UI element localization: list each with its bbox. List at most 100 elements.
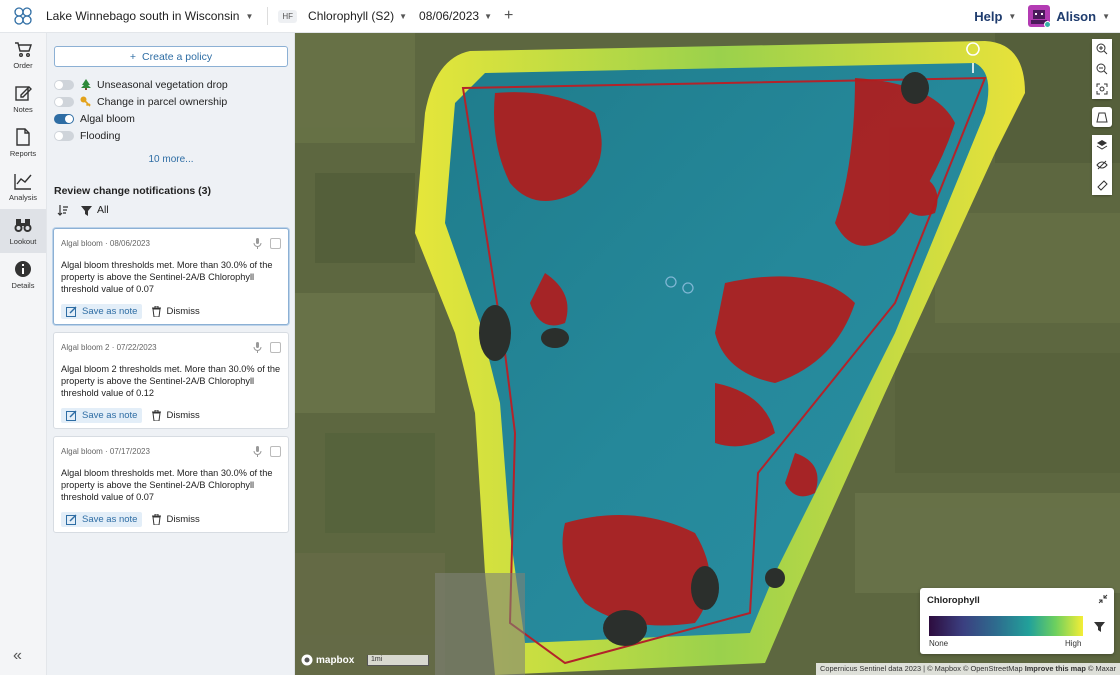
- ruler-icon: [1097, 180, 1108, 191]
- card-checkbox[interactable]: [270, 445, 281, 457]
- chevron-down-icon: ▼: [1008, 11, 1017, 21]
- chevron-down-icon: ▼: [399, 11, 408, 21]
- fit-extent-icon: [1096, 83, 1108, 95]
- save-note-label: Save as note: [82, 410, 138, 422]
- rail-item-details[interactable]: Details: [0, 253, 46, 297]
- document-icon: [16, 128, 30, 146]
- draw-shape-button[interactable]: [1092, 107, 1112, 127]
- zoom-out-button[interactable]: [1092, 59, 1112, 79]
- chevron-down-icon: ▼: [245, 11, 254, 21]
- map-controls: [1092, 39, 1112, 201]
- rail-item-reports[interactable]: Reports: [0, 121, 46, 165]
- layers-button[interactable]: [1092, 135, 1112, 155]
- zoom-out-icon: [1096, 63, 1108, 75]
- mapbox-logo[interactable]: mapbox: [301, 654, 354, 666]
- rail-item-analysis[interactable]: Analysis: [0, 165, 46, 209]
- policy-label: Flooding: [80, 129, 121, 142]
- save-as-note-button[interactable]: Save as note: [61, 512, 143, 528]
- dismiss-label: Dismiss: [166, 306, 200, 318]
- rail-label: Details: [11, 281, 35, 290]
- dismiss-button[interactable]: Dismiss: [152, 514, 200, 526]
- card-message: Algal bloom thresholds met. More than 30…: [61, 260, 273, 295]
- location-name: Lake Winnebago south in Wisconsin: [46, 9, 240, 23]
- microphone-icon[interactable]: [253, 445, 262, 457]
- scale-bar: 1mi: [367, 655, 429, 666]
- plus-icon: +: [129, 50, 137, 63]
- filter-icon[interactable]: [1094, 621, 1105, 632]
- filter-button[interactable]: All: [81, 204, 109, 216]
- dismiss-label: Dismiss: [166, 410, 200, 422]
- policy-toggle[interactable]: [54, 113, 74, 124]
- cart-icon: [15, 42, 32, 57]
- date-selector[interactable]: 08/06/2023 ▼: [419, 9, 492, 23]
- policy-toggle[interactable]: [54, 96, 74, 107]
- help-menu[interactable]: Help ▼: [962, 9, 1028, 24]
- rail-label: Lookout: [9, 237, 37, 246]
- create-policy-button[interactable]: + Create a policy: [54, 46, 288, 67]
- collapse-panel-icon[interactable]: «: [13, 647, 22, 665]
- rail-item-notes[interactable]: Notes: [0, 77, 46, 121]
- filter-label: All: [97, 204, 109, 216]
- user-menu[interactable]: Alison ▼: [1028, 5, 1120, 28]
- divider: [267, 7, 269, 25]
- more-policies-link[interactable]: 10 more...: [47, 154, 295, 165]
- card-message: Algal bloom 2 thresholds met. More than …: [61, 364, 281, 399]
- notification-card[interactable]: Algal bloom · 07/17/2023 Algal bloom thr…: [53, 436, 289, 533]
- date-value: 08/06/2023: [419, 9, 480, 23]
- rail-item-order[interactable]: Order: [0, 33, 46, 77]
- layer-badge: HF: [278, 9, 298, 23]
- chevron-down-icon: ▼: [484, 11, 492, 21]
- satellite-map-image: [295, 33, 1120, 675]
- dismiss-label: Dismiss: [166, 514, 200, 526]
- notification-filters: All: [57, 204, 109, 216]
- policy-toggle[interactable]: [54, 130, 74, 141]
- add-layer-button[interactable]: +: [504, 7, 513, 25]
- notification-card[interactable]: Algal bloom · 08/06/2023 Algal bloom thr…: [53, 228, 289, 325]
- edit-note-icon: [66, 514, 77, 526]
- dismiss-button[interactable]: Dismiss: [152, 306, 200, 318]
- info-icon: [15, 261, 31, 277]
- location-selector[interactable]: Lake Winnebago south in Wisconsin ▼: [46, 9, 253, 23]
- layer-selector[interactable]: HF Chlorophyll (S2) ▼: [278, 9, 407, 23]
- save-as-note-button[interactable]: Save as note: [61, 304, 143, 320]
- legend-high-label: High: [1065, 639, 1082, 648]
- card-heading: Algal bloom · 08/06/2023: [61, 238, 150, 248]
- trash-icon: [152, 514, 162, 526]
- key-icon: [80, 96, 91, 107]
- visibility-button[interactable]: [1092, 155, 1112, 175]
- user-name: Alison: [1056, 8, 1097, 24]
- policy-label: Unseasonal vegetation drop: [97, 78, 228, 91]
- policy-label: Change in parcel ownership: [97, 95, 228, 108]
- rail-label: Analysis: [9, 193, 37, 202]
- dismiss-button[interactable]: Dismiss: [152, 410, 200, 422]
- policy-toggle[interactable]: [54, 79, 74, 90]
- rail-label: Notes: [13, 105, 33, 114]
- measure-button[interactable]: [1092, 175, 1112, 195]
- collapse-icon[interactable]: [1098, 594, 1108, 604]
- card-checkbox[interactable]: [270, 237, 281, 249]
- save-as-note-button[interactable]: Save as note: [61, 408, 143, 424]
- notification-card[interactable]: Algal bloom 2 · 07/22/2023 Algal bloom 2…: [53, 332, 289, 429]
- tree-icon: [80, 79, 91, 90]
- app-logo[interactable]: [0, 0, 46, 33]
- rail-label: Order: [13, 61, 33, 70]
- fit-bounds-button[interactable]: [1092, 79, 1112, 99]
- map-legend: Chlorophyll None High: [920, 588, 1114, 654]
- map-canvas[interactable]: Chlorophyll None High mapbox 1mi Coperni…: [295, 33, 1120, 675]
- microphone-icon[interactable]: [253, 341, 262, 353]
- improve-map-link[interactable]: Improve this map: [1025, 664, 1086, 673]
- save-note-label: Save as note: [82, 306, 138, 318]
- microphone-icon[interactable]: [253, 237, 262, 249]
- zoom-in-button[interactable]: [1092, 39, 1112, 59]
- map-attribution: Copernicus Sentinel data 2023 | © Mapbox…: [816, 663, 1120, 675]
- policy-item: Change in parcel ownership: [54, 93, 288, 110]
- card-checkbox[interactable]: [270, 341, 281, 353]
- attribution-text: Copernicus Sentinel data 2023 | © Mapbox…: [820, 664, 1023, 673]
- card-message: Algal bloom thresholds met. More than 30…: [61, 468, 273, 503]
- policy-item: Unseasonal vegetation drop: [54, 76, 288, 93]
- rail-label: Reports: [9, 149, 37, 158]
- sort-button[interactable]: [57, 204, 69, 216]
- trash-icon: [152, 410, 162, 422]
- rail-item-lookout[interactable]: Lookout: [0, 209, 46, 253]
- policy-list: Unseasonal vegetation drop Change in par…: [54, 76, 288, 144]
